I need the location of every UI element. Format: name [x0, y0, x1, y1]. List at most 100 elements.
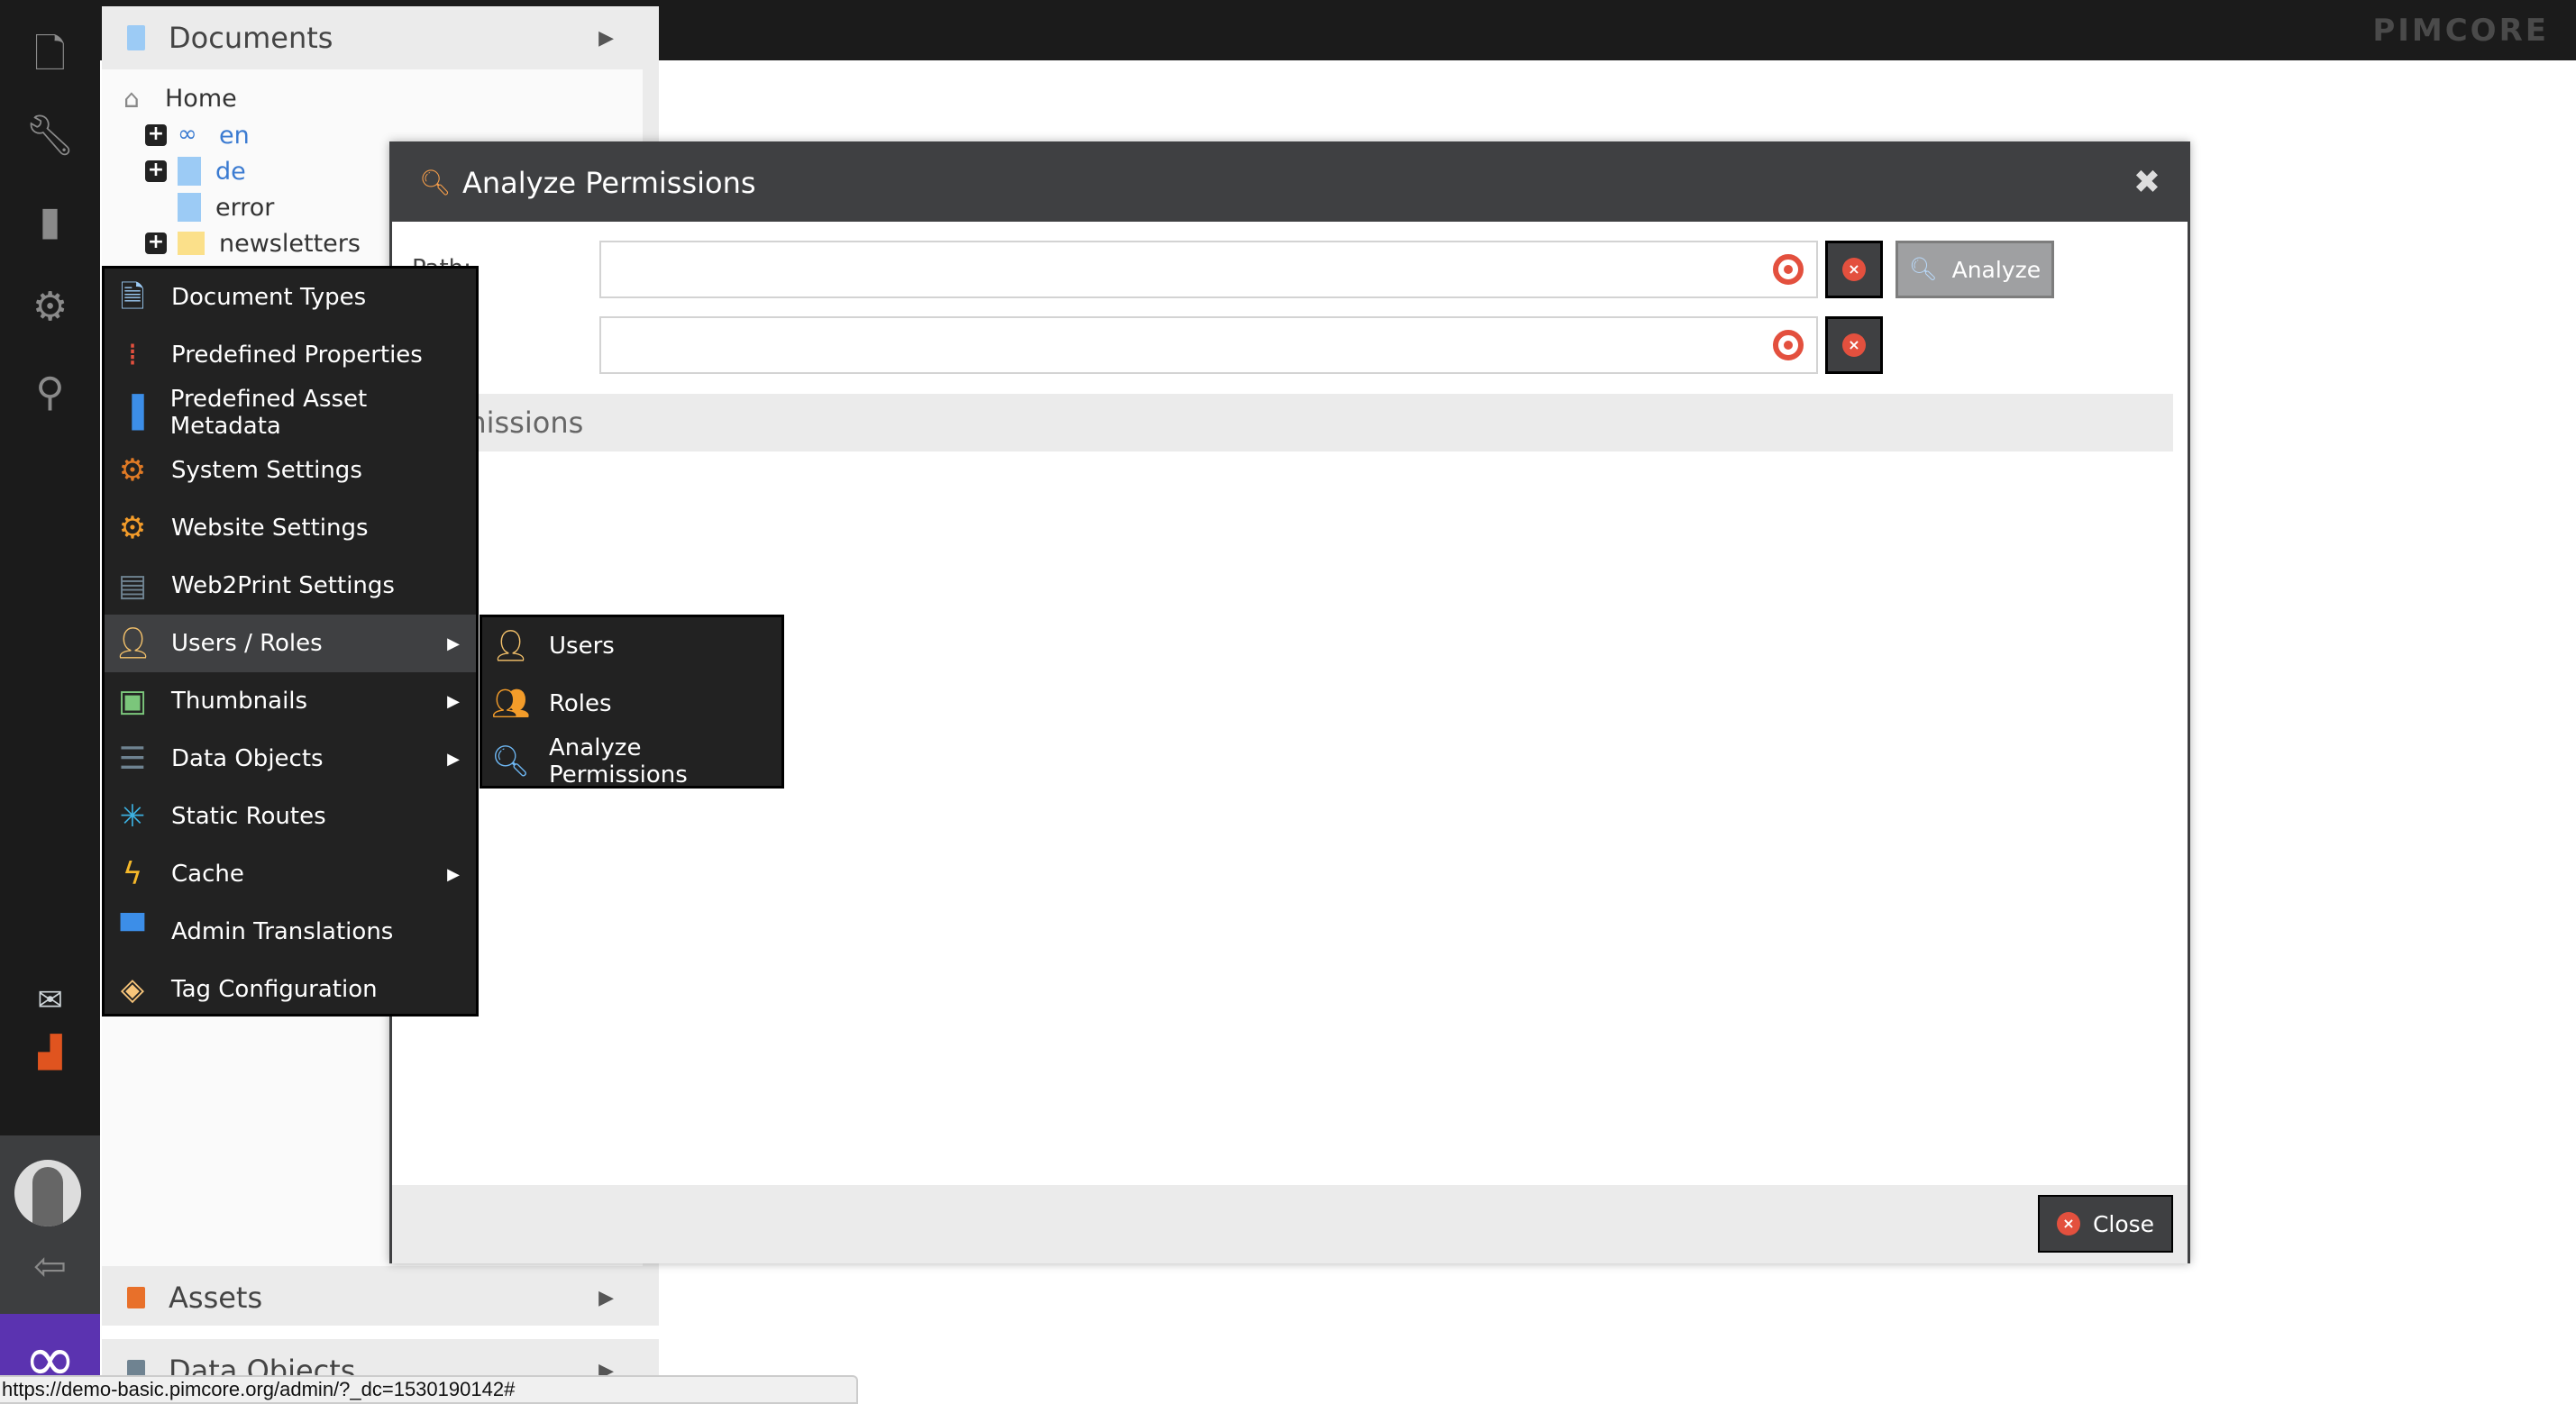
- menu-item-admin-translations[interactable]: ▀ Admin Translations: [105, 903, 476, 961]
- expand-plus-icon[interactable]: +: [145, 232, 167, 254]
- website-settings-icon: ⚙: [118, 510, 147, 546]
- tree-label: error: [215, 193, 275, 222]
- close-icon[interactable]: ✖: [2133, 164, 2160, 201]
- home-icon: ⌂: [123, 84, 140, 114]
- tree-label: Home: [165, 84, 237, 113]
- clear-path-button[interactable]: ×: [1825, 241, 1883, 298]
- assets-panel-header[interactable]: Assets ▶: [102, 1266, 659, 1326]
- menu-label: Cache: [171, 861, 244, 888]
- tree-label: newsletters: [219, 229, 361, 258]
- document-icon: [127, 25, 145, 50]
- close-circle-icon: ×: [2056, 1212, 2080, 1235]
- routes-icon: ✳: [119, 798, 146, 834]
- magnifier-icon: 🔍︎: [491, 743, 531, 779]
- user-input[interactable]: [599, 316, 1818, 374]
- menu-label: Web2Print Settings: [171, 572, 395, 599]
- properties-icon: ⁞: [127, 337, 138, 373]
- browser-status-bar: https://demo-basic.pimcore.org/admin/?_d…: [0, 1375, 858, 1404]
- tree-node-de[interactable]: + de: [145, 154, 246, 188]
- menu-item-thumbnails[interactable]: ▣ Thumbnails ▶: [105, 672, 476, 730]
- submenu-arrow-icon: ▶: [447, 691, 460, 711]
- translations-icon: ▀: [120, 914, 145, 950]
- pimcore-logo: PIMCORE: [2372, 13, 2549, 49]
- tree-node-newsletters[interactable]: + newsletters: [145, 226, 361, 260]
- user-icon: 👤︎: [491, 628, 531, 664]
- document-wrench-icon: 🗎: [120, 279, 145, 315]
- menu-item-system-settings[interactable]: ⚙ System Settings: [105, 442, 476, 499]
- search-icon[interactable]: ⚲: [0, 369, 100, 415]
- logout-icon[interactable]: ⇦: [0, 1244, 100, 1290]
- dialog-header[interactable]: Analyze Permissions: [392, 144, 2188, 222]
- lightning-icon: ϟ: [122, 856, 143, 892]
- page-icon: [178, 157, 201, 186]
- menu-label: Admin Translations: [171, 918, 394, 945]
- clear-icon: ×: [1842, 333, 1866, 357]
- data-objects-icon: ☰: [118, 741, 147, 777]
- user-icon: 👤︎: [114, 625, 153, 661]
- documents-panel-header[interactable]: Documents ▶: [102, 6, 659, 69]
- dialog-footer: × Close: [392, 1185, 2188, 1263]
- documents-title: Documents: [169, 21, 333, 55]
- menu-item-document-types[interactable]: 🗎 Document Types: [105, 269, 476, 326]
- menu-label: Tag Configuration: [171, 976, 378, 1003]
- expand-arrow-icon[interactable]: ▶: [598, 27, 614, 50]
- avatar[interactable]: [14, 1160, 81, 1226]
- submenu-item-users[interactable]: 👤︎ Users: [482, 617, 781, 675]
- print-settings-icon: ▤: [117, 568, 148, 604]
- submenu-item-analyze-permissions[interactable]: 🔍︎ Analyze Permissions: [482, 733, 781, 790]
- target-icon[interactable]: [1773, 330, 1804, 360]
- menu-label: Static Routes: [171, 803, 326, 830]
- tree-label: de: [215, 157, 246, 186]
- menu-item-users-roles[interactable]: 👤︎ Users / Roles ▶: [105, 615, 476, 672]
- wrench-icon[interactable]: 🔧︎: [0, 112, 100, 159]
- dialog-title: Analyze Permissions: [462, 166, 756, 200]
- analyze-button[interactable]: 🔍︎ Analyze: [1895, 241, 2054, 298]
- tree-node-home[interactable]: ⌂ Home: [123, 81, 237, 115]
- settings-menu: 🗎 Document Types ⁞ Predefined Properties ▐…: [102, 266, 479, 1017]
- submenu-arrow-icon: ▶: [447, 864, 460, 884]
- tree-node-en[interactable]: + ∞ en: [145, 118, 250, 152]
- menu-label: Thumbnails: [171, 688, 308, 715]
- target-icon[interactable]: [1773, 254, 1804, 285]
- thumbnail-icon: ▣: [117, 683, 148, 719]
- factory-icon[interactable]: ▟: [0, 1035, 100, 1071]
- clear-user-button[interactable]: ×: [1825, 316, 1883, 374]
- menu-label: Analyze Permissions: [549, 734, 688, 789]
- gear-icon[interactable]: ⚙: [0, 284, 100, 330]
- assets-title: Assets: [169, 1281, 263, 1315]
- submenu-item-roles[interactable]: 👥︎ Roles: [482, 675, 781, 733]
- image-icon: [127, 1287, 145, 1308]
- menu-label: Predefined Asset Metadata: [169, 386, 368, 440]
- document-icon[interactable]: 🗋: [0, 25, 100, 93]
- menu-label: Data Objects: [171, 745, 324, 772]
- group-icon: 👥︎: [491, 686, 531, 722]
- folder-icon: [178, 232, 205, 255]
- menu-item-predefined-asset-metadata[interactable]: ▐ Predefined Asset Metadata: [105, 384, 476, 442]
- page-icon: [178, 193, 201, 222]
- clear-icon: ×: [1842, 258, 1866, 281]
- expand-plus-icon[interactable]: +: [145, 160, 167, 182]
- tag-icon: ◈: [120, 971, 145, 1007]
- menu-item-website-settings[interactable]: ⚙ Website Settings: [105, 499, 476, 557]
- menu-label: Predefined Properties: [171, 342, 423, 369]
- expand-plus-icon[interactable]: +: [145, 124, 167, 146]
- magnifier-icon: 🔍︎: [419, 168, 452, 197]
- menu-item-cache[interactable]: ϟ Cache ▶: [105, 845, 476, 903]
- path-input[interactable]: [599, 241, 1818, 298]
- tree-node-error[interactable]: error: [178, 190, 274, 224]
- analyze-label: Analyze: [1951, 256, 2042, 283]
- menu-item-tag-configuration[interactable]: ◈ Tag Configuration: [105, 961, 476, 1018]
- menu-item-web2print-settings[interactable]: ▤ Web2Print Settings: [105, 557, 476, 615]
- menu-item-data-objects[interactable]: ☰ Data Objects ▶: [105, 730, 476, 788]
- magnifier-icon: 🔍︎: [1908, 256, 1938, 282]
- menu-item-predefined-properties[interactable]: ⁞ Predefined Properties: [105, 326, 476, 384]
- expand-arrow-icon[interactable]: ▶: [598, 1287, 614, 1309]
- close-label: Close: [2092, 1210, 2155, 1237]
- close-button[interactable]: × Close: [2038, 1195, 2173, 1253]
- permissions-section-header: Permissions: [397, 394, 2173, 451]
- tree-label: en: [219, 121, 250, 150]
- mail-icon[interactable]: ✉: [0, 982, 100, 1018]
- menu-item-static-routes[interactable]: ✳ Static Routes: [105, 788, 476, 845]
- users-roles-submenu: 👤︎ Users 👥︎ Roles 🔍︎ Analyze Permissions: [480, 615, 784, 789]
- bar-chart-icon[interactable]: ▮: [0, 198, 100, 244]
